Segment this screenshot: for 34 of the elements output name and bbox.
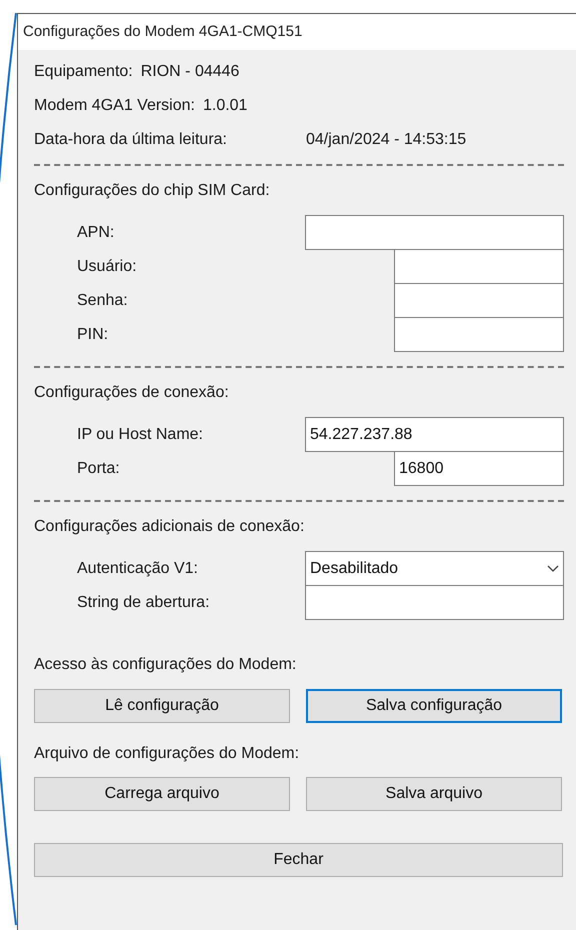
- action-button[interactable]: Salva arquivo: [306, 777, 562, 811]
- field-label: Porta:: [77, 458, 120, 478]
- field-label: String de abertura:: [77, 592, 210, 612]
- action-button[interactable]: Fechar: [34, 843, 563, 877]
- dropdown[interactable]: Desabilitado: [305, 551, 564, 586]
- section-heading: Configurações do chip SIM Card:: [34, 181, 271, 201]
- section-heading: Configurações de conexão:: [34, 383, 230, 403]
- input-field[interactable]: [394, 249, 564, 284]
- field-label: Senha:: [77, 290, 128, 310]
- field-label: Autenticação V1:: [77, 558, 198, 578]
- action-button[interactable]: Lê configuração: [34, 689, 290, 723]
- section-heading: Acesso às configurações do Modem:: [34, 655, 298, 675]
- info-value: 04/jan/2024 - 14:53:15: [306, 130, 466, 150]
- chevron-down-icon: [547, 564, 559, 572]
- input-field[interactable]: 16800: [394, 451, 564, 486]
- info-label: Data-hora da última leitura:: [34, 130, 228, 150]
- input-field[interactable]: [394, 283, 564, 318]
- action-button[interactable]: Carrega arquivo: [34, 777, 290, 811]
- field-label: Usuário:: [77, 256, 137, 276]
- field-label: APN:: [77, 222, 114, 242]
- info-value: 1.0.01: [202, 96, 248, 116]
- field-label: PIN:: [77, 324, 108, 344]
- input-field[interactable]: 54.227.237.88: [305, 417, 564, 452]
- input-field[interactable]: [305, 215, 564, 250]
- section-heading: Arquivo de configurações do Modem:: [34, 744, 300, 764]
- input-field[interactable]: [305, 585, 564, 620]
- info-label: Equipamento:: [34, 62, 133, 82]
- action-button[interactable]: Salva configuração: [306, 689, 562, 723]
- window-title: Configurações do Modem 4GA1-CMQ151: [23, 22, 302, 42]
- info-label: Modem 4GA1 Version:: [34, 96, 195, 116]
- field-label: IP ou Host Name:: [77, 424, 203, 444]
- input-field[interactable]: [394, 317, 564, 352]
- info-value: RION - 04446: [140, 62, 240, 82]
- section-heading: Configurações adicionais de conexão:: [34, 517, 306, 537]
